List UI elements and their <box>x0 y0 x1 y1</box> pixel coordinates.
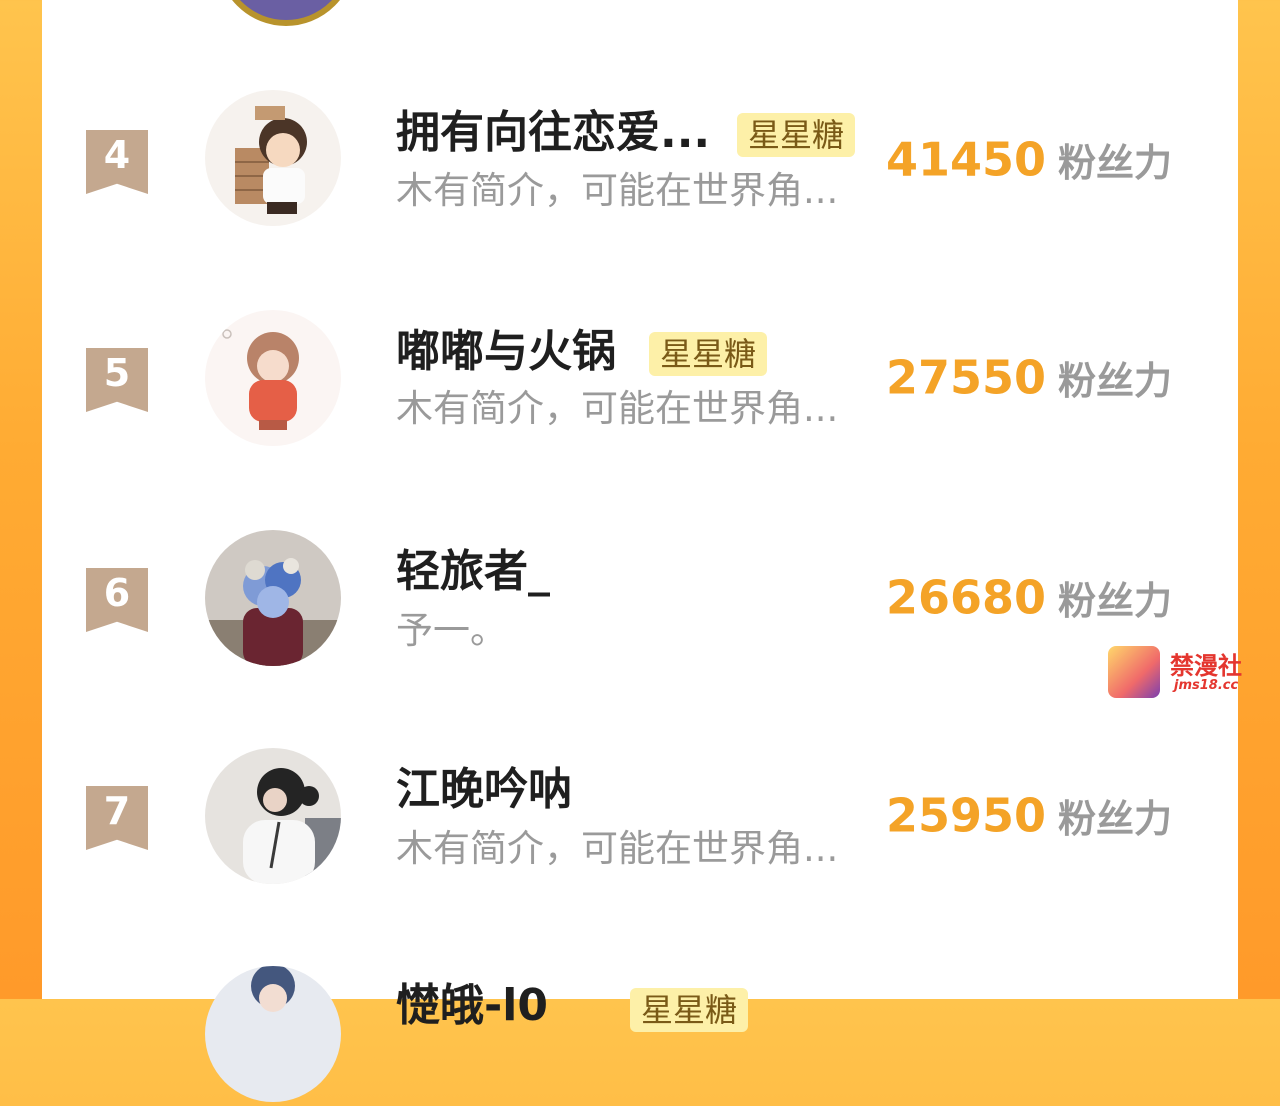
tag-badge: 星星糖 <box>649 332 768 376</box>
fans-number: 41450 <box>886 132 1047 187</box>
user-bio: 予一。 <box>396 609 507 652</box>
avatar[interactable] <box>217 0 355 26</box>
fans-unit: 粉丝力 <box>1058 359 1173 403</box>
watermark-title: 禁漫社 <box>1170 652 1242 680</box>
user-bio: 木有简介，可能在世界角... <box>396 387 839 430</box>
user-bio: 木有简介，可能在世界角... <box>396 169 839 212</box>
user-name[interactable]: 嘟嘟与火锅 <box>396 324 616 380</box>
fans-unit: 粉丝力 <box>1058 797 1173 841</box>
fans-number: 26680 <box>886 570 1047 625</box>
user-name[interactable]: 轻旅者_ <box>396 544 550 600</box>
avatar[interactable] <box>205 530 341 666</box>
app-icon <box>1108 646 1160 698</box>
avatar[interactable] <box>205 748 341 884</box>
avatar[interactable] <box>205 90 341 226</box>
avatar[interactable] <box>205 966 341 1102</box>
user-name[interactable]: 憷皒-l0 <box>396 978 548 1034</box>
list-item[interactable]: 6 轻旅者_ 予一。 26680 粉丝力 <box>42 530 1238 670</box>
avatar[interactable] <box>205 310 341 446</box>
fans-count: 26680 粉丝力 <box>886 570 1172 630</box>
fans-number: 25950 <box>886 788 1047 843</box>
user-name[interactable]: 拥有向往恋爱... <box>396 105 710 161</box>
list-item[interactable]: 憷皒-l0 星星糖 <box>42 966 1238 1106</box>
list-item[interactable]: 7 江晚吟呐 木有简介，可能在世界角... 25950 粉丝力 <box>42 748 1238 888</box>
rank-badge: 7 <box>86 786 148 850</box>
rank-badge: 5 <box>86 348 148 412</box>
watermark-url: jms18.cc <box>1174 678 1239 693</box>
ranking-panel: 4 拥有向往恋爱... 星星糖 木有简介，可能在世界角... 41450 粉丝力 … <box>42 0 1238 1102</box>
fans-unit: 粉丝力 <box>1058 579 1173 623</box>
tag-badge: 星星糖 <box>630 988 749 1032</box>
rank-badge: 6 <box>86 568 148 632</box>
tag-badge: 星星糖 <box>737 113 856 157</box>
rank-badge: 4 <box>86 130 148 194</box>
fans-number: 27550 <box>886 350 1047 405</box>
user-bio: 木有简介，可能在世界角... <box>396 827 839 870</box>
fans-count: 41450 粉丝力 <box>886 132 1172 192</box>
watermark-logo: 禁漫社 jms18.cc <box>1108 646 1258 700</box>
fans-count: 27550 粉丝力 <box>886 350 1172 410</box>
user-name[interactable]: 江晚吟呐 <box>396 762 572 818</box>
fans-unit: 粉丝力 <box>1058 141 1173 185</box>
list-item[interactable]: 4 拥有向往恋爱... 星星糖 木有简介，可能在世界角... 41450 粉丝力 <box>42 90 1238 230</box>
fans-count: 25950 粉丝力 <box>886 788 1172 848</box>
list-item[interactable]: 5 嘟嘟与火锅 星星糖 木有简介，可能在世界角... 27550 粉丝力 <box>42 308 1238 448</box>
